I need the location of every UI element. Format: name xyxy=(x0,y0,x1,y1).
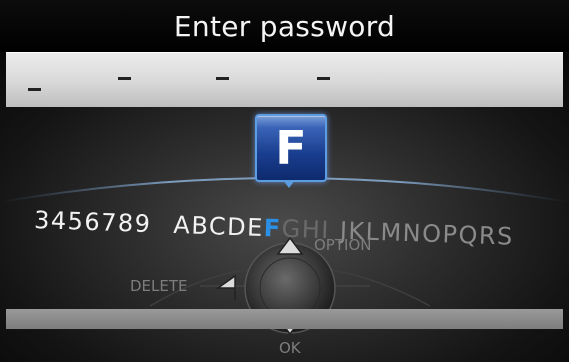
selected-character: F xyxy=(275,121,307,175)
option-label[interactable]: OPTION xyxy=(314,236,371,254)
ok-label[interactable]: OK xyxy=(279,339,301,357)
password-slot-4 xyxy=(317,77,330,80)
password-field[interactable] xyxy=(6,52,563,107)
title-bar: Enter password xyxy=(0,0,569,52)
selected-character-box: F xyxy=(255,114,327,182)
left-arrow-icon[interactable] xyxy=(215,274,236,300)
password-slot-1 xyxy=(28,88,41,91)
password-entry-screen: Enter password F 3456789 ABCDEFGHI JKLMN… xyxy=(0,0,569,362)
delete-label[interactable]: DELETE xyxy=(130,277,188,295)
selected-character-inline[interactable]: F xyxy=(263,214,282,243)
selection-pointer-icon xyxy=(283,180,295,188)
characters-before-selection[interactable]: ABCDE xyxy=(173,211,264,242)
bottom-bar xyxy=(6,309,563,329)
digit-characters[interactable]: 3456789 xyxy=(34,206,152,238)
password-slot-3 xyxy=(216,77,229,80)
password-slot-2 xyxy=(118,77,131,80)
page-title: Enter password xyxy=(173,9,396,43)
